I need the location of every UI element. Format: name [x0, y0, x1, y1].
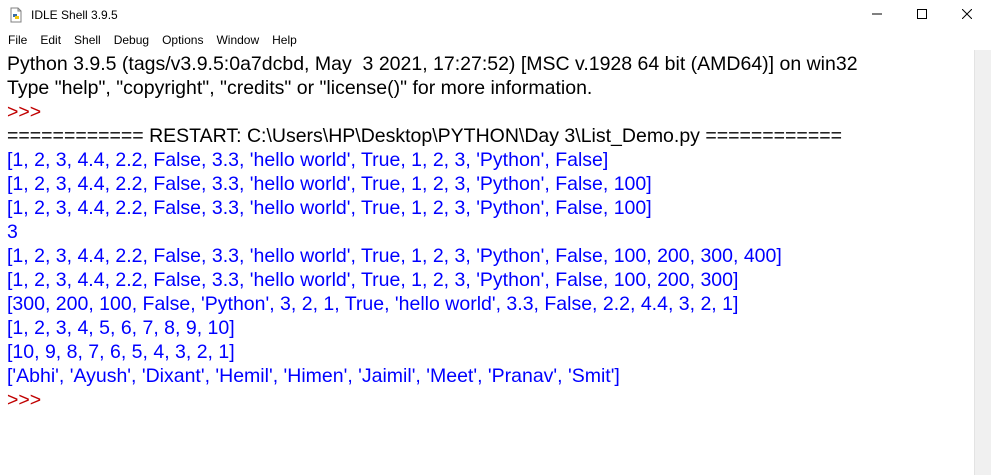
maximize-button[interactable] [899, 0, 945, 30]
shell-text-area[interactable]: Python 3.9.5 (tags/v3.9.5:0a7dcbd, May 3… [0, 50, 974, 475]
shell-prompt: >>> [7, 389, 47, 411]
shell-output-line: ['Abhi', 'Ayush', 'Dixant', 'Hemil', 'Hi… [7, 365, 620, 387]
shell-line: Python 3.9.5 (tags/v3.9.5:0a7dcbd, May 3… [7, 53, 858, 75]
shell-output-line: [1, 2, 3, 4.4, 2.2, False, 3.3, 'hello w… [7, 269, 739, 291]
menu-debug[interactable]: Debug [107, 30, 155, 50]
title-bar[interactable]: IDLE Shell 3.9.5 [0, 0, 991, 30]
menu-edit[interactable]: Edit [33, 30, 67, 50]
maximize-icon [917, 6, 927, 24]
vertical-scrollbar[interactable] [974, 50, 991, 475]
shell-line: Type "help", "copyright", "credits" or "… [7, 77, 593, 99]
shell-output-line: [1, 2, 3, 4.4, 2.2, False, 3.3, 'hello w… [7, 197, 652, 219]
python-file-icon [8, 7, 24, 23]
window-title: IDLE Shell 3.9.5 [31, 8, 118, 22]
shell-restart-line: ============ RESTART: C:\Users\HP\Deskto… [7, 125, 842, 147]
minimize-icon [872, 6, 882, 24]
shell-prompt: >>> [7, 101, 47, 123]
menu-options[interactable]: Options [155, 30, 209, 50]
shell-output-line: [1, 2, 3, 4, 5, 6, 7, 8, 9, 10] [7, 317, 235, 339]
menu-file[interactable]: File [0, 30, 33, 50]
shell-output-line: [300, 200, 100, False, 'Python', 3, 2, 1… [7, 293, 739, 315]
menu-help[interactable]: Help [265, 30, 303, 50]
shell-output-line: [1, 2, 3, 4.4, 2.2, False, 3.3, 'hello w… [7, 149, 609, 171]
menu-bar: File Edit Shell Debug Options Window Hel… [0, 30, 991, 50]
menu-window[interactable]: Window [209, 30, 265, 50]
shell-output-line: [1, 2, 3, 4.4, 2.2, False, 3.3, 'hello w… [7, 173, 652, 195]
shell-output: Python 3.9.5 (tags/v3.9.5:0a7dcbd, May 3… [7, 52, 858, 412]
close-icon [961, 6, 973, 24]
close-button[interactable] [944, 0, 990, 30]
minimize-button[interactable] [854, 0, 900, 30]
shell-output-line: 3 [7, 221, 18, 243]
shell-output-line: [10, 9, 8, 7, 6, 5, 4, 3, 2, 1] [7, 341, 235, 363]
menu-shell[interactable]: Shell [67, 30, 107, 50]
shell-output-line: [1, 2, 3, 4.4, 2.2, False, 3.3, 'hello w… [7, 245, 782, 267]
